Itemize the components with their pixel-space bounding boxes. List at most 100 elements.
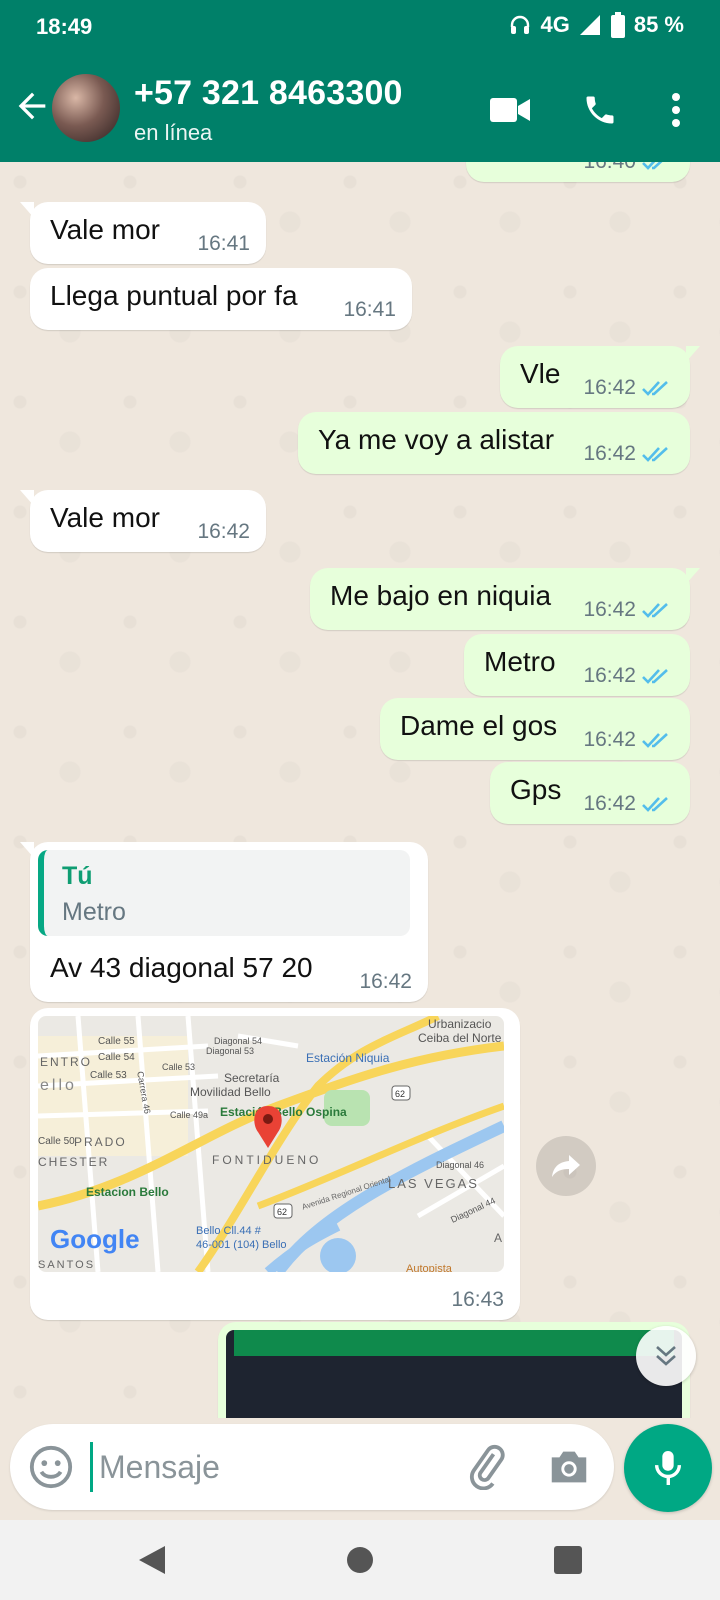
compose-bar (10, 1424, 614, 1510)
google-logo: Google (50, 1224, 140, 1254)
message-time: 16:42 (583, 792, 636, 815)
map-image: Urbanizacio Ceiba del Norte Calle 55 Cal… (38, 1016, 504, 1272)
message-meta: 16:41 (343, 298, 396, 322)
message-list[interactable]: 16:40 Vale mor 16:41 Llega puntual por f… (0, 162, 720, 1418)
message-time: 16:40 (583, 162, 636, 174)
message-bubble-outgoing[interactable]: Dame el gos 16:42 (380, 698, 690, 760)
map-label: Ceiba del Norte (418, 1031, 502, 1045)
map-label: Calle 50 (38, 1136, 75, 1147)
map-label: SANTOS (38, 1259, 95, 1271)
circle-home-icon (347, 1547, 373, 1573)
status-time: 18:49 (36, 14, 93, 39)
battery-icon (610, 12, 625, 38)
message-bubble-outgoing[interactable]: Gps 16:42 (490, 762, 690, 824)
microphone-icon (654, 1451, 682, 1485)
signal-icon (579, 15, 600, 35)
contact-status: en línea (134, 120, 213, 145)
message-bubble-outgoing[interactable]: 16:40 (466, 162, 690, 182)
video-call-button[interactable] (482, 82, 538, 138)
headphones-icon (511, 15, 530, 34)
avatar[interactable] (52, 74, 120, 142)
nav-home-button[interactable] (338, 1538, 382, 1582)
map-label: ello (40, 1077, 77, 1094)
message-time: 16:41 (197, 232, 250, 255)
message-time: 16:42 (583, 598, 636, 621)
map-label: Estacion Bello (86, 1185, 169, 1199)
message-time: 16:42 (583, 728, 636, 751)
map-label: Calle 53 (162, 1062, 195, 1072)
nav-back-button[interactable] (130, 1538, 174, 1582)
message-bubble-outgoing[interactable]: Metro 16:42 (464, 634, 690, 696)
map-label: 62 (277, 1207, 287, 1217)
camera-icon[interactable] (546, 1444, 592, 1490)
location-map[interactable]: Urbanizacio Ceiba del Norte Calle 55 Cal… (38, 1016, 504, 1272)
message-bubble-incoming[interactable]: Vale mor 16:41 (20, 202, 266, 264)
quote-author: Tú (62, 862, 93, 890)
map-label: Calle 49a (170, 1110, 208, 1120)
message-time: 16:42 (359, 970, 412, 993)
double-chevron-down-icon (656, 1346, 676, 1366)
map-label: PRADO (74, 1135, 127, 1149)
message-text: Vale mor (50, 214, 160, 245)
message-text: Ya me voy a alistar (318, 424, 555, 455)
map-label: Diagonal 54 (214, 1036, 262, 1046)
location-message-bubble[interactable]: Urbanizacio Ceiba del Norte Calle 55 Cal… (30, 1008, 520, 1320)
message-bubble-incoming[interactable]: Vale mor 16:42 (20, 490, 266, 552)
map-label: Calle 54 (98, 1052, 135, 1063)
quote-text: Metro (62, 898, 126, 926)
map-label: FONTIDUENO (212, 1153, 321, 1167)
message-meta: 16:41 (197, 232, 250, 256)
message-meta: 16:43 (451, 1288, 504, 1312)
voice-message-button[interactable] (624, 1424, 712, 1512)
map-label: Diagonal 46 (436, 1160, 484, 1170)
reply-message-bubble[interactable]: Tú Metro Av 43 diagonal 57 20 16:42 (20, 842, 428, 1002)
map-label: Secretaría (224, 1071, 280, 1085)
message-meta: 16:42 (583, 728, 674, 752)
message-input[interactable] (90, 1442, 450, 1492)
map-label: Bello Cll.44 # (196, 1225, 262, 1237)
chat-header: 18:49 4G 85 % +57 321 8463300 en línea (0, 0, 720, 162)
double-check-icon (642, 669, 668, 684)
message-time: 16:42 (583, 376, 636, 399)
message-text: Vale mor (50, 502, 160, 533)
system-navigation-bar (0, 1520, 720, 1600)
message-bubble-outgoing[interactable]: Ya me voy a alistar 16:42 (298, 412, 690, 474)
more-vert-icon (672, 93, 680, 127)
message-text: Dame el gos (400, 710, 558, 741)
map-label: 46-001 (104) Bello (196, 1239, 287, 1251)
map-label: Calle 53 (90, 1070, 127, 1081)
map-label: Estación Niquia (306, 1051, 390, 1065)
nav-recents-button[interactable] (546, 1538, 590, 1582)
message-text: Vle (520, 358, 561, 389)
square-recents-icon (554, 1546, 582, 1574)
map-label: 62 (395, 1089, 405, 1099)
app-bar: +57 321 8463300 en línea (0, 60, 720, 160)
paperclip-icon[interactable] (464, 1444, 510, 1490)
scroll-to-bottom-button[interactable] (636, 1326, 696, 1386)
contact-name[interactable]: +57 321 8463300 (134, 74, 403, 113)
status-icons: 4G 85 % (508, 12, 684, 38)
forward-button[interactable] (536, 1136, 596, 1196)
media-thumbnail[interactable] (226, 1330, 682, 1418)
message-text: Metro (484, 646, 556, 677)
more-options-button[interactable] (648, 82, 704, 138)
message-meta: 16:42 (583, 442, 674, 466)
back-arrow-icon[interactable] (12, 86, 52, 126)
status-bar: 18:49 4G 85 % (0, 0, 720, 56)
voice-call-button[interactable] (572, 82, 628, 138)
emoji-icon[interactable] (28, 1444, 74, 1490)
map-label: Calle 55 (98, 1036, 135, 1047)
message-text: Gps (510, 774, 562, 805)
message-meta: 16:42 (197, 520, 250, 544)
message-time: 16:42 (197, 520, 250, 543)
quoted-message[interactable]: Tú Metro (38, 850, 410, 936)
message-bubble-outgoing[interactable]: Vle 16:42 (500, 346, 700, 408)
message-text: Me bajo en niquia (330, 580, 552, 611)
message-bubble-outgoing[interactable]: Me bajo en niquia 16:42 (310, 568, 700, 630)
map-label: Autopista (406, 1263, 453, 1272)
message-meta: 16:40 (583, 162, 674, 174)
media-message-bubble[interactable] (218, 1322, 690, 1418)
message-bubble-incoming[interactable]: Llega puntual por fa 16:41 (30, 268, 412, 330)
message-meta: 16:42 (583, 664, 674, 688)
map-label: Movilidad Bello (190, 1085, 271, 1099)
